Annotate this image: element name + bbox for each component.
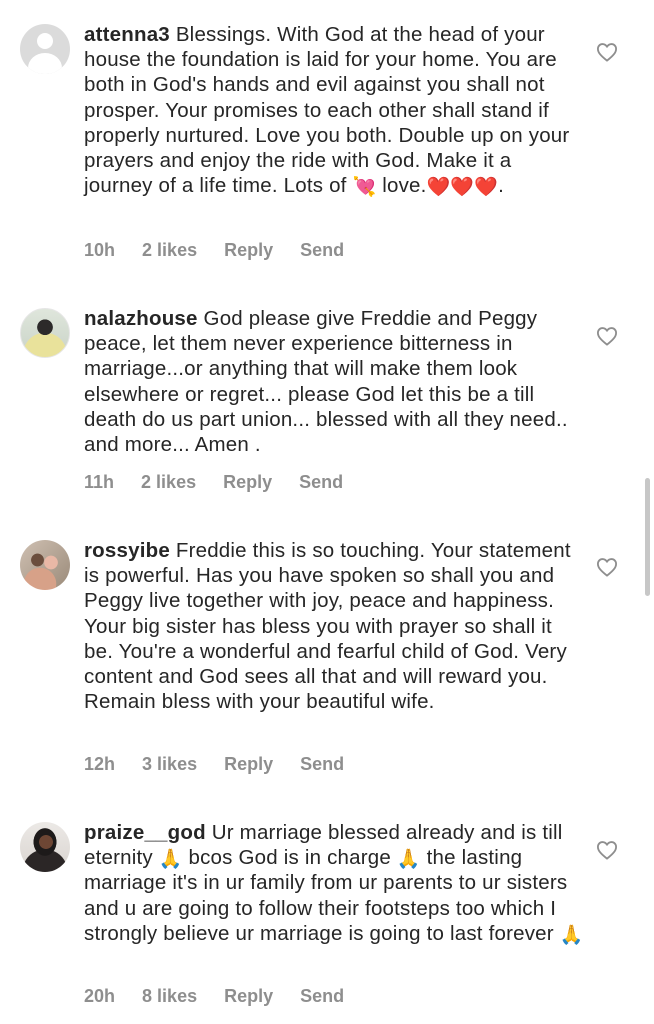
comment-body: Freddie this is so touching. Your statem… bbox=[84, 539, 571, 714]
scrollbar[interactable] bbox=[645, 478, 650, 596]
comment-username[interactable]: rossyibe bbox=[84, 539, 170, 562]
comment-body: Blessings. With God at the head of your … bbox=[84, 23, 570, 198]
comment-meta: 10h 2 likes Reply Send bbox=[84, 240, 366, 261]
heart-outline-icon[interactable] bbox=[596, 840, 618, 860]
avatar[interactable] bbox=[20, 822, 70, 872]
likes-count[interactable]: 8 likes bbox=[142, 986, 197, 1007]
comment-body: . bbox=[498, 174, 505, 198]
send-button[interactable]: Send bbox=[300, 240, 344, 261]
comment-text: nalazhouse God please give Freddie and P… bbox=[84, 306, 584, 457]
reply-button[interactable]: Reply bbox=[224, 754, 273, 775]
comment-body: bcos God is in charge bbox=[182, 846, 397, 870]
comment-username[interactable]: nalazhouse bbox=[84, 307, 198, 330]
heart-outline-icon[interactable] bbox=[596, 557, 618, 577]
send-button[interactable]: Send bbox=[300, 754, 344, 775]
folded-hands-emoji: 🙏 bbox=[158, 849, 183, 871]
send-button[interactable]: Send bbox=[299, 472, 343, 493]
comment-username[interactable]: attenna3 bbox=[84, 23, 170, 46]
reply-button[interactable]: Reply bbox=[224, 986, 273, 1007]
likes-count[interactable]: 2 likes bbox=[142, 240, 197, 261]
likes-count[interactable]: 2 likes bbox=[141, 472, 196, 493]
comment-username[interactable]: praize__god bbox=[84, 821, 206, 844]
comment-text: attenna3 Blessings. With God at the head… bbox=[84, 22, 584, 198]
heart-with-arrow-emoji: 💘 bbox=[352, 177, 377, 199]
avatar-head-shape bbox=[37, 33, 53, 49]
reply-button[interactable]: Reply bbox=[224, 240, 273, 261]
folded-hands-emoji: 🙏 bbox=[396, 849, 421, 871]
comment-time: 11h bbox=[84, 472, 115, 492]
comment-time: 12h bbox=[84, 754, 116, 774]
send-button[interactable]: Send bbox=[300, 986, 344, 1007]
comment-meta: 11h 2 likes Reply Send bbox=[84, 472, 365, 493]
comment-meta: 20h 8 likes Reply Send bbox=[84, 986, 366, 1007]
avatar-shoulders-shape bbox=[28, 53, 62, 74]
comment-time: 20h bbox=[84, 986, 116, 1006]
comment-time: 10h bbox=[84, 240, 116, 260]
comment-body: love. bbox=[376, 174, 427, 198]
avatar[interactable] bbox=[20, 24, 70, 74]
heart-outline-icon[interactable] bbox=[596, 42, 618, 62]
red-heart-emoji: ❤️❤️❤️ bbox=[426, 177, 499, 199]
heart-outline-icon[interactable] bbox=[596, 326, 618, 346]
comment-text: praize__god Ur marriage blessed already … bbox=[84, 820, 584, 946]
comment-meta: 12h 3 likes Reply Send bbox=[84, 754, 366, 775]
avatar[interactable] bbox=[20, 308, 70, 358]
reply-button[interactable]: Reply bbox=[223, 472, 272, 493]
likes-count[interactable]: 3 likes bbox=[142, 754, 197, 775]
folded-hands-emoji: 🙏 bbox=[559, 924, 584, 946]
comment-text: rossyibe Freddie this is so touching. Yo… bbox=[84, 538, 584, 714]
avatar[interactable] bbox=[20, 540, 70, 590]
